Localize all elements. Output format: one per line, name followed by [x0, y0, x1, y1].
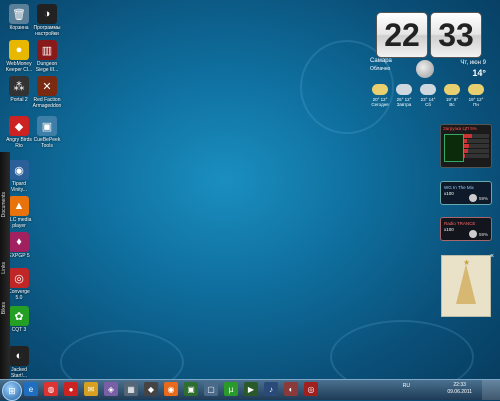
sidebar-label-links[interactable]: Links: [1, 262, 7, 274]
taskbar: ⊞ e ◍ ● ✉ ◈ ▦ ◆ ◉ ▣ ▢ µ ▶ ♪ ◐ ◎ RU 22:33 09.06.2011: [0, 379, 500, 401]
moon-icon: [416, 60, 434, 78]
forecast-day: 23° 14° Сб: [416, 84, 440, 107]
cpu-core-bar: [464, 134, 489, 138]
radio-subtitle: x100: [444, 227, 454, 232]
forecast-day-label: Завтра: [396, 102, 412, 107]
weather-icon: [420, 84, 436, 95]
taskbar-clock[interactable]: 22:33 09.06.2011: [447, 382, 472, 396]
app-icon: ▲: [9, 196, 29, 216]
app-icon: ▥: [37, 40, 57, 60]
taskbar-app-icon[interactable]: ◍: [44, 382, 58, 396]
forecast-day: 19° 8° Вс: [440, 84, 464, 107]
desktop-icon[interactable]: ◑ Программы настройки: [30, 4, 64, 37]
cpu-value: 5%: [470, 126, 477, 131]
taskbar-app-icon[interactable]: e: [24, 382, 38, 396]
show-desktop-button[interactable]: [482, 380, 500, 400]
cpu-core-bar: [464, 149, 489, 153]
weather-city: Самара: [370, 58, 392, 64]
cpu-core-bar: [464, 144, 489, 148]
taskbar-app-icon[interactable]: ◆: [144, 382, 158, 396]
taskbar-time: 22:33: [453, 382, 466, 388]
cpu-core-bar: [464, 154, 489, 158]
taskbar-app-icon[interactable]: ♪: [264, 382, 278, 396]
forecast-day: 25° 12° Завтра: [392, 84, 416, 107]
weather-temp: 14°: [472, 68, 486, 78]
language-indicator[interactable]: RU: [403, 383, 410, 389]
radio-title: Radio TRANCE: [444, 221, 476, 226]
desktop-icon[interactable]: ✕ Red Faction Armageddon: [30, 76, 64, 109]
cpu-rows: [464, 134, 489, 160]
clock-hours: 22: [376, 12, 428, 58]
clock-gadget[interactable]: 22 33 Самара Облачно Чт, июн 9 14°: [370, 8, 488, 82]
forecast-day-label: Сегодня: [371, 102, 389, 107]
sidebar-label-documents[interactable]: Documents: [1, 192, 7, 217]
app-icon: 🗑: [9, 4, 29, 24]
weather-icon: [444, 84, 460, 95]
desktop-icon-label: Программы настройки: [33, 25, 61, 37]
cpu-title: Загрузка ЦП: [443, 126, 470, 131]
radio-title: WG In The Mix: [444, 185, 474, 190]
app-icon: ✕: [37, 76, 57, 96]
taskbar-app-icon[interactable]: ▶: [244, 382, 258, 396]
taskbar-app-icon[interactable]: ◐: [284, 382, 298, 396]
clock-minutes: 33: [430, 12, 482, 58]
taskbar-app-icon[interactable]: ◈: [104, 382, 118, 396]
taskbar-app-icon[interactable]: ◉: [164, 382, 178, 396]
desktop-icon[interactable]: ▥ Dungeon Siege III...: [30, 40, 64, 73]
app-icon: ♦: [9, 232, 29, 252]
weather-date: Чт, июн 9: [460, 60, 486, 66]
taskbar-app-icon[interactable]: ●: [64, 382, 78, 396]
app-icon: ◐: [9, 346, 29, 366]
app-icon: ◉: [9, 160, 29, 180]
taskbar-app-icon[interactable]: ▦: [124, 382, 138, 396]
radio-subtitle: x100: [444, 191, 454, 196]
radio-volume: 59%: [478, 232, 488, 237]
weather-forecast: 20° 12° Сегодня 25° 12° Завтра 23° 14° Сб 19° …: [368, 84, 490, 116]
radio-gadget-1[interactable]: WG In The Mix x100 59%: [440, 181, 492, 205]
app-icon: ⁂: [9, 76, 29, 96]
taskbar-date: 09.06.2011: [447, 389, 472, 395]
volume-knob-icon[interactable]: [469, 230, 477, 238]
sidebar-label-bikes[interactable]: Bikes: [1, 302, 7, 314]
forecast-day: 19° 12° Пн: [464, 84, 488, 107]
taskbar-app-icon[interactable]: ▣: [184, 382, 198, 396]
cpu-core-bar: [464, 139, 489, 143]
picture-frame-gadget[interactable]: ★: [441, 255, 491, 317]
taskbar-app-icon[interactable]: µ: [224, 382, 238, 396]
forecast-day-label: Сб: [425, 102, 431, 107]
app-icon: ●: [9, 40, 29, 60]
forecast-day-label: Вс: [449, 102, 455, 107]
weather-icon: [396, 84, 412, 95]
radio-volume: 59%: [478, 196, 488, 201]
left-sidebar: Documents Links Bikes: [0, 152, 10, 380]
start-button[interactable]: ⊞: [2, 381, 22, 401]
cpu-graph: [444, 134, 464, 162]
desktop-icon[interactable]: ▣ CueBePeek Tools: [30, 116, 64, 149]
volume-knob-icon[interactable]: [469, 194, 477, 202]
desktop-icon-label: Red Faction Armageddon: [32, 97, 62, 109]
app-icon: ◎: [9, 268, 29, 288]
taskbar-app-icon[interactable]: ▢: [204, 382, 218, 396]
app-icon: ◑: [37, 4, 57, 24]
weather-icon: [372, 84, 388, 95]
tree-icon: [456, 264, 476, 304]
weather-icon: [468, 84, 484, 95]
close-icon[interactable]: ×: [490, 253, 498, 261]
desktop-icon-label: CueBePeek Tools: [33, 137, 61, 149]
forecast-day: 20° 12° Сегодня: [368, 84, 392, 107]
weather-condition: Облачно: [370, 66, 391, 72]
taskbar-app-icon[interactable]: ◎: [304, 382, 318, 396]
app-icon: ▣: [37, 116, 57, 136]
radio-gadget-2[interactable]: Radio TRANCE x100 59%: [440, 217, 492, 241]
forecast-day-label: Пн: [473, 102, 479, 107]
app-icon: ◆: [9, 116, 29, 136]
desktop-icon-label: Dungeon Siege III...: [35, 61, 59, 73]
cpu-gadget[interactable]: Загрузка ЦП 5%: [440, 124, 492, 168]
taskbar-app-icon[interactable]: ✉: [84, 382, 98, 396]
app-icon: ✿: [9, 306, 29, 326]
